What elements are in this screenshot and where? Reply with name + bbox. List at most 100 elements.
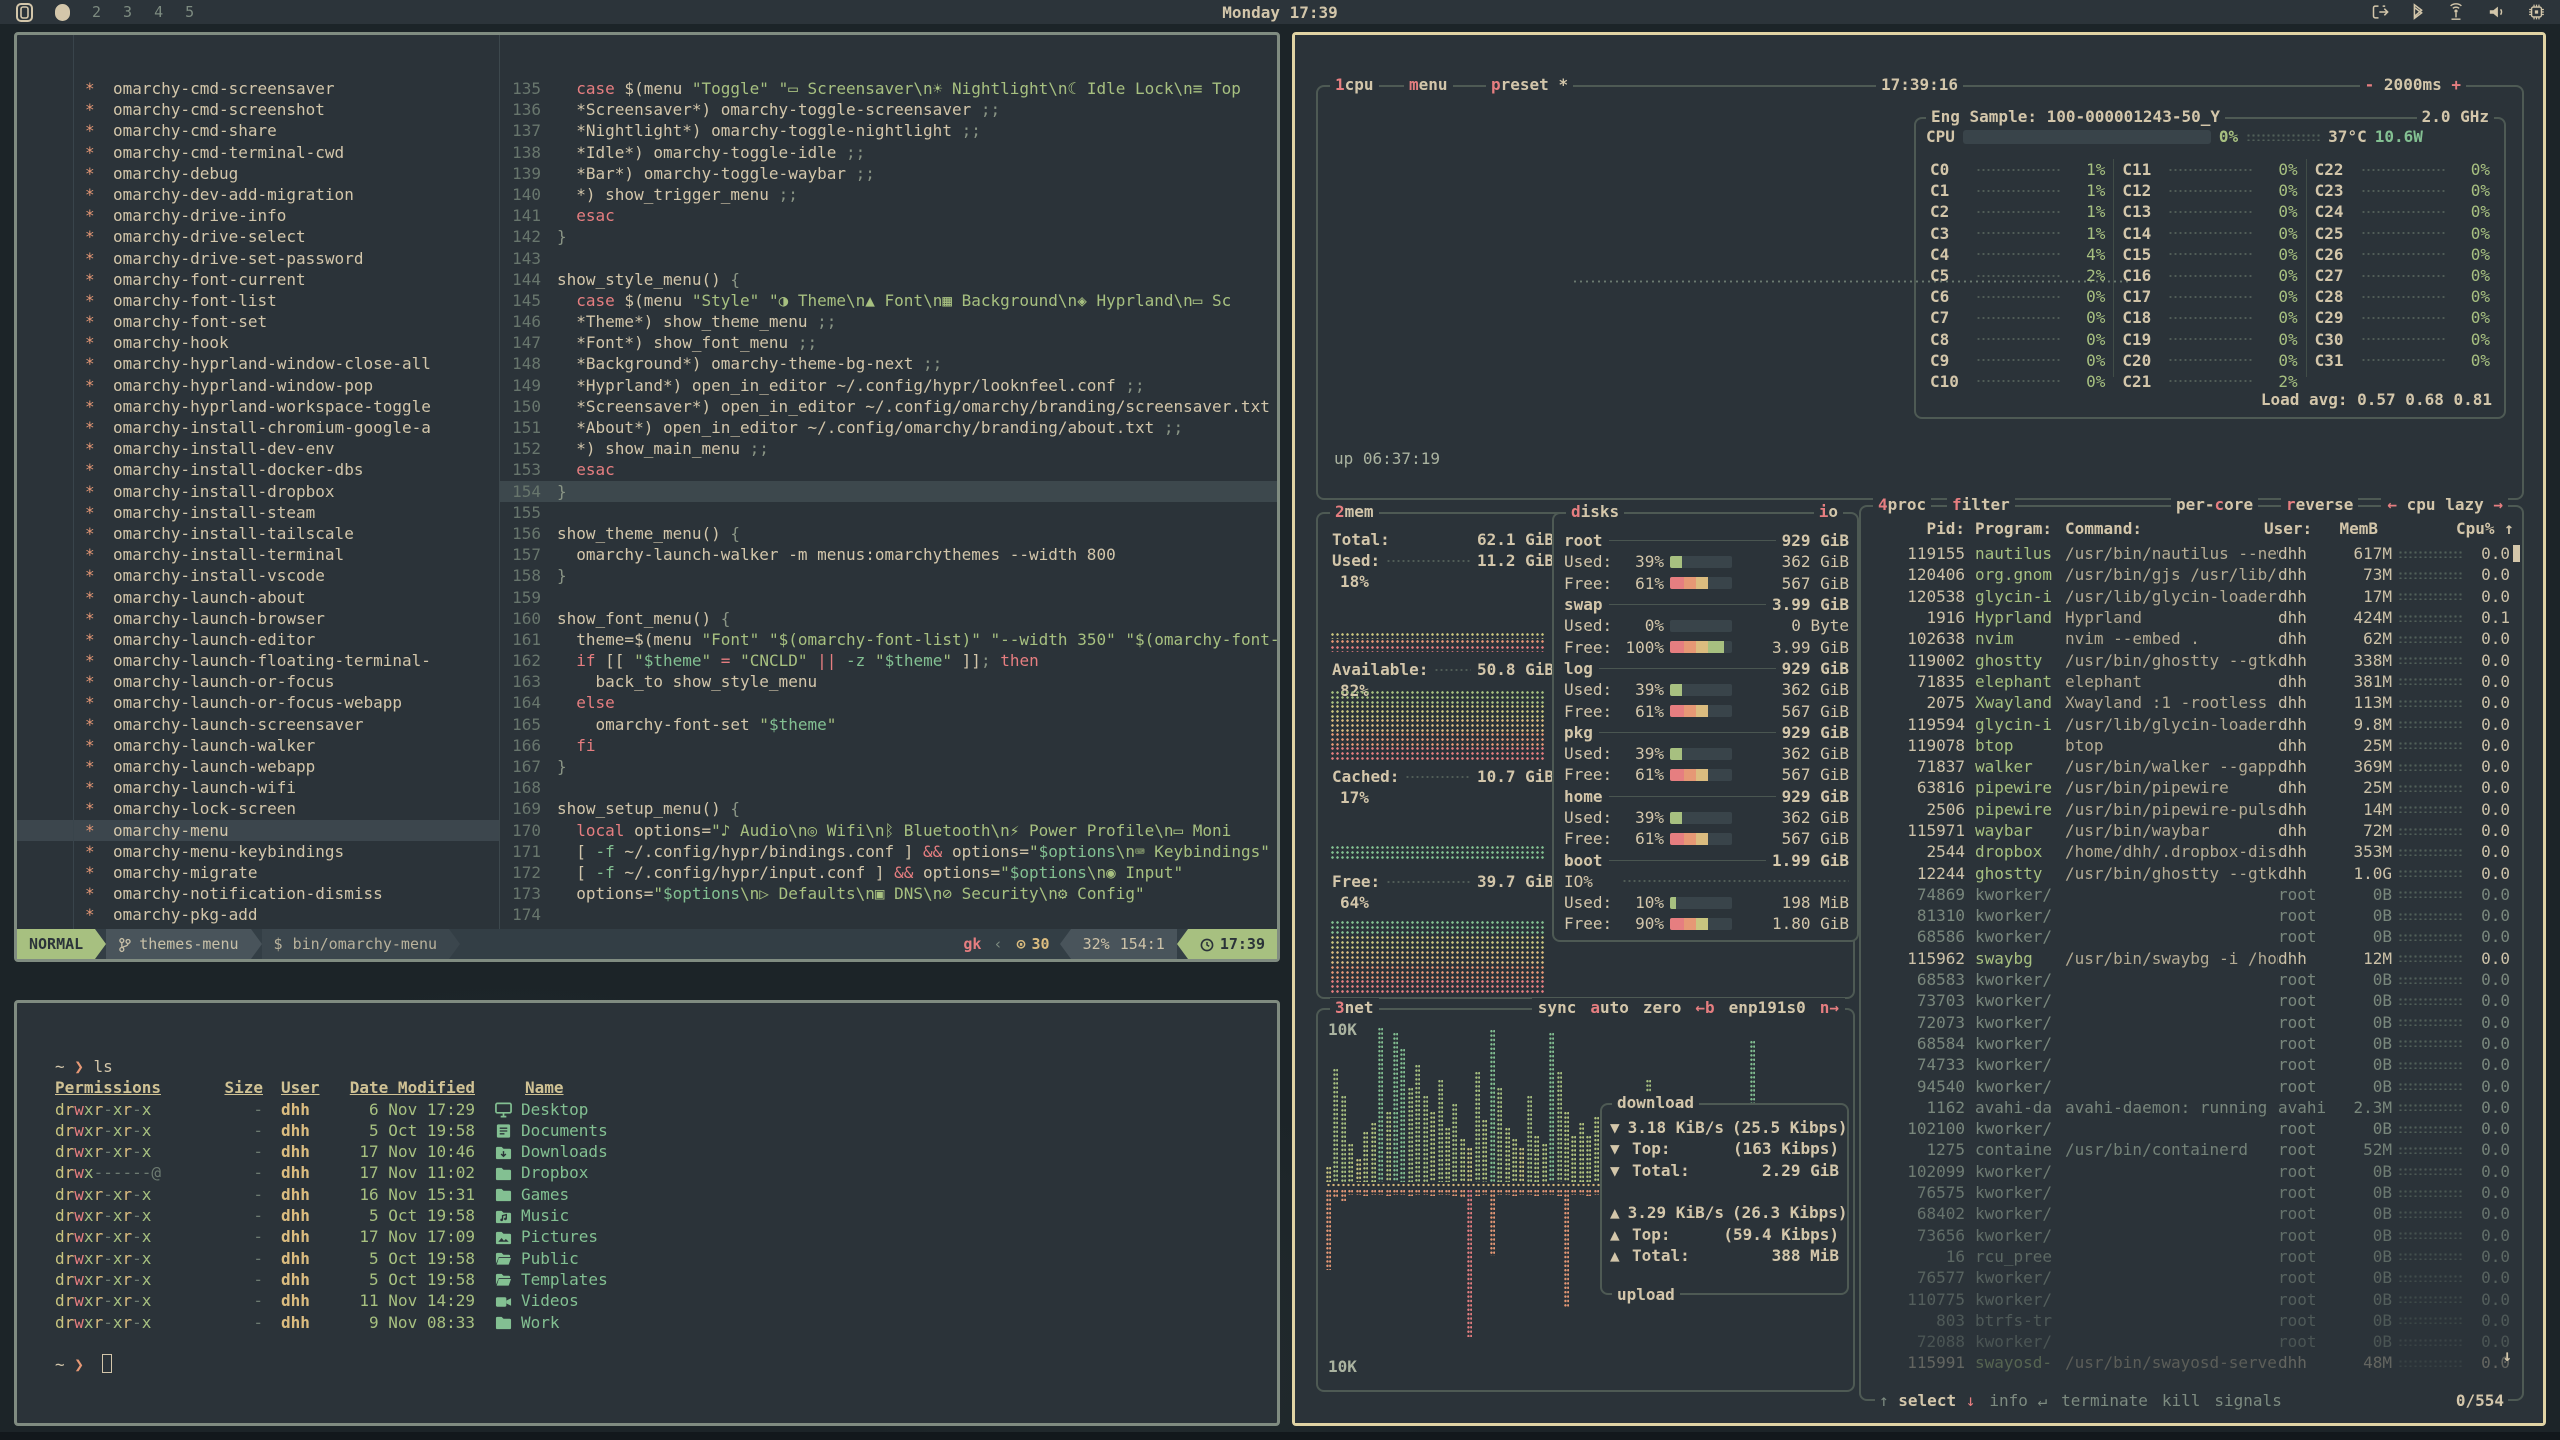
file-list-pane[interactable]: *omarchy-cmd-screensaver*omarchy-cmd-scr… (17, 35, 499, 929)
process-row[interactable]: 115991swayosd-/usr/bin/swayosd-serverdhh… (1873, 1352, 2510, 1373)
process-row[interactable]: 68584kworker/root0B0.0 (1873, 1033, 2510, 1054)
process-row[interactable]: 2506pipewire/usr/bin/pipewire-pulsedhh14… (1873, 799, 2510, 820)
workspace-2[interactable]: 2 (92, 3, 101, 21)
workspace-switcher[interactable]: 2 3 4 5 (16, 3, 194, 22)
disks-title[interactable]: disks (1566, 502, 1624, 522)
file-list-item[interactable]: *omarchy-migrate (17, 862, 499, 883)
process-row[interactable]: 115971waybar/usr/bin/waybardhh72M0.0 (1873, 820, 2510, 841)
file-list-item[interactable]: *omarchy-install-terminal (17, 544, 499, 565)
code-line[interactable]: 135 case $(menu "Toggle" "▭ Screensaver\… (499, 78, 1277, 99)
code-line[interactable]: 152 *) show_main_menu ;; (499, 438, 1277, 459)
process-row[interactable]: 1916HyprlandHyprlanddhh424M0.1 (1873, 607, 2510, 628)
process-row[interactable]: 71835elephantelephantdhh381M0.0 (1873, 671, 2510, 692)
cpu-box-title[interactable]: 1cpu (1330, 75, 1379, 95)
file-list-item[interactable]: *omarchy-install-steam (17, 502, 499, 523)
file-list-item[interactable]: *omarchy-pkg-add (17, 904, 499, 925)
code-line[interactable]: 170 local options="♪ Audio\n◎ Wifi\nᛒ Bl… (499, 820, 1277, 841)
file-list-item[interactable]: *omarchy-lock-screen (17, 798, 499, 819)
process-row[interactable]: 2075XwaylandXwayland :1 -rootless -dhh11… (1873, 692, 2510, 713)
code-line[interactable]: 140 *) show_trigger_menu ;; (499, 184, 1277, 205)
screencast-icon[interactable] (2371, 3, 2391, 21)
process-row[interactable]: 72073kworker/root0B0.0 (1873, 1012, 2510, 1033)
file-list-item[interactable]: *omarchy-launch-walker (17, 735, 499, 756)
file-list-item[interactable]: *omarchy-install-docker-dbs (17, 459, 499, 480)
process-row[interactable]: 119078btopbtopdhh25M0.0 (1873, 735, 2510, 756)
file-list-item[interactable]: *omarchy-hook (17, 332, 499, 353)
net-iface-prev[interactable]: ←b (1695, 998, 1714, 1018)
process-row[interactable]: 72088kworker/root0B0.0 (1873, 1331, 2510, 1352)
process-row[interactable]: 94540kworker/root0B0.0 (1873, 1075, 2510, 1096)
process-row[interactable]: 115962swaybg/usr/bin/swaybg -i /homdhh12… (1873, 948, 2510, 969)
workspace-1-active[interactable] (55, 4, 70, 21)
code-line[interactable]: 173 options="$options\n▷ Defaults\n▣ DNS… (499, 883, 1277, 904)
process-row[interactable]: 2544dropbox/home/dhh/.dropbox-distdhh353… (1873, 841, 2510, 862)
file-list-item[interactable]: *omarchy-install-chromium-google-a (17, 417, 499, 438)
terminate-button[interactable]: terminate (2061, 1391, 2148, 1411)
code-line[interactable]: 169show_setup_menu() { (499, 798, 1277, 819)
file-list-item[interactable]: *omarchy-cmd-terminal-cwd (17, 142, 499, 163)
code-line[interactable]: 163 back_to show_style_menu (499, 671, 1277, 692)
process-row[interactable]: 1275containe/usr/bin/containerdroot52M0.… (1873, 1139, 2510, 1160)
file-list-item[interactable]: *omarchy-dev-add-migration (17, 184, 499, 205)
file-list-item[interactable]: *omarchy-cmd-screensaver (17, 78, 499, 99)
editor-window[interactable]: *omarchy-cmd-screensaver*omarchy-cmd-scr… (14, 32, 1280, 962)
file-list-item[interactable]: *omarchy-drive-select (17, 226, 499, 247)
code-line[interactable]: 171 [ -f ~/.config/hypr/bindings.conf ] … (499, 841, 1277, 862)
process-row[interactable]: 102099kworker/root0B0.0 (1873, 1161, 2510, 1182)
process-row[interactable]: 74869kworker/root0B0.0 (1873, 884, 2510, 905)
code-line[interactable]: 158} (499, 565, 1277, 586)
code-line[interactable]: 154} (499, 481, 1277, 502)
io-button[interactable]: io (1814, 502, 1843, 522)
code-line[interactable]: 167} (499, 756, 1277, 777)
process-row[interactable]: 71837walker/usr/bin/walker --gappldhh369… (1873, 756, 2510, 777)
code-line[interactable]: 149 *Hyprland*) open_in_editor ~/.config… (499, 375, 1277, 396)
code-line[interactable]: 139 *Bar*) omarchy-toggle-waybar ;; (499, 163, 1277, 184)
code-line[interactable]: 137 *Nightlight*) omarchy-toggle-nightli… (499, 120, 1277, 141)
code-line[interactable]: 164 else (499, 692, 1277, 713)
file-list-item[interactable]: *omarchy-menu (17, 820, 499, 841)
process-row[interactable]: 81310kworker/root0B0.0 (1873, 905, 2510, 926)
process-row[interactable]: 68402kworker/root0B0.0 (1873, 1203, 2510, 1224)
process-row[interactable]: 119155nautilus/usr/bin/nautilus --newdhh… (1873, 543, 2510, 564)
clock[interactable]: Monday 17:39 (1222, 3, 1338, 22)
net-box-title[interactable]: 3net (1330, 998, 1379, 1018)
file-list-item[interactable]: *omarchy-font-list (17, 290, 499, 311)
process-row[interactable]: 119594glycin-i/usr/lib/glycin-loadersdhh… (1873, 713, 2510, 734)
mem-box-title[interactable]: 2mem (1330, 502, 1379, 522)
file-list-item[interactable]: *omarchy-cmd-share (17, 120, 499, 141)
process-row[interactable]: 76577kworker/root0B0.0 (1873, 1267, 2510, 1288)
file-list-item[interactable]: *omarchy-hyprland-window-pop (17, 375, 499, 396)
process-row[interactable]: 73703kworker/root0B0.0 (1873, 990, 2510, 1011)
file-list-item[interactable]: *omarchy-drive-set-password (17, 248, 499, 269)
process-row[interactable]: 102100kworker/root0B0.0 (1873, 1118, 2510, 1139)
file-list-item[interactable]: *omarchy-menu-keybindings (17, 841, 499, 862)
net-iface-next[interactable]: n→ (1820, 998, 1839, 1018)
code-line[interactable]: 159 (499, 587, 1277, 608)
process-row[interactable]: 120538glycin-i/usr/lib/glycin-loadersdhh… (1873, 586, 2510, 607)
file-list-item[interactable]: *omarchy-launch-browser (17, 608, 499, 629)
bluetooth-icon[interactable] (2411, 3, 2425, 21)
file-list-item[interactable]: *omarchy-font-current (17, 269, 499, 290)
file-list-item[interactable]: *omarchy-launch-or-focus (17, 671, 499, 692)
file-list-item[interactable]: *omarchy-launch-editor (17, 629, 499, 650)
proc-pagedown-indicator[interactable]: ↓ (2502, 1346, 2512, 1365)
btop-window[interactable]: 1cpu menu preset * 17:39:16 - 2000ms + u… (1292, 32, 2546, 1426)
process-row[interactable]: 110775kworker/root0B0.0 (1873, 1288, 2510, 1309)
code-line[interactable]: 165 omarchy-font-set "$theme" (499, 714, 1277, 735)
sort-column[interactable]: ← cpu lazy → (2382, 495, 2508, 515)
file-list-item[interactable]: *omarchy-install-vscode (17, 565, 499, 586)
update-interval[interactable]: - 2000ms + (2360, 75, 2466, 95)
file-list-item[interactable]: *omarchy-launch-webapp (17, 756, 499, 777)
code-line[interactable]: 145 case $(menu "Style" "◑ Theme\n▲ Font… (499, 290, 1277, 311)
net-zero-button[interactable]: zero (1643, 998, 1682, 1018)
code-line[interactable]: 157 omarchy-launch-walker -m menus:omarc… (499, 544, 1277, 565)
filter-button[interactable]: filter (1947, 495, 2015, 515)
file-list-item[interactable]: *omarchy-install-dev-env (17, 438, 499, 459)
code-line[interactable]: 166 fi (499, 735, 1277, 756)
code-line[interactable]: 162 if [[ "$theme" = "CNCLD" || -z "$the… (499, 650, 1277, 671)
code-line[interactable]: 155 (499, 502, 1277, 523)
code-line[interactable]: 142} (499, 226, 1277, 247)
proc-scrollbar-thumb[interactable] (2513, 545, 2520, 562)
file-list-item[interactable]: *omarchy-hyprland-workspace-toggle (17, 396, 499, 417)
code-line[interactable]: 144show_style_menu() { (499, 269, 1277, 290)
